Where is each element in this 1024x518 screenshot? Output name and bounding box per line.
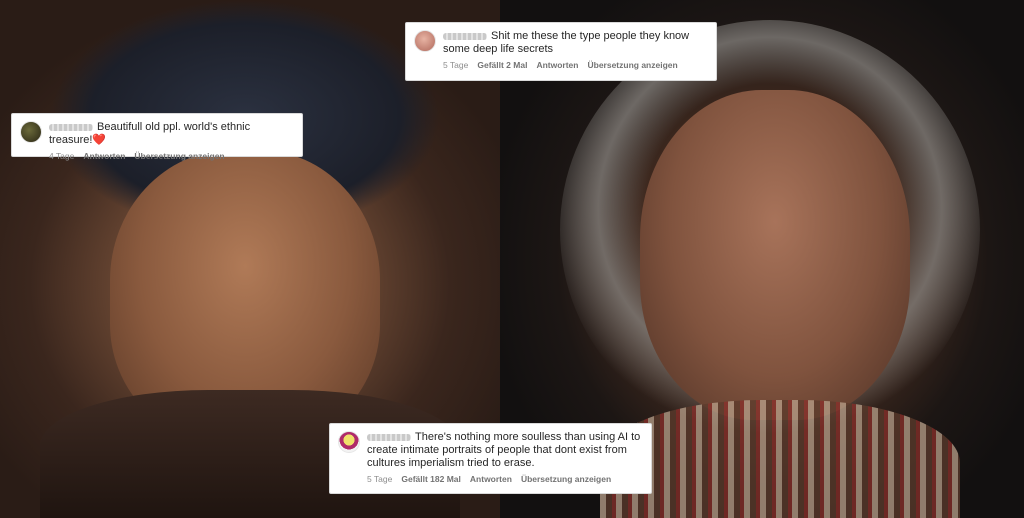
face-shape: [640, 90, 910, 420]
comment-meta: 5 Tage Gefällt 2 Mal Antworten Übersetzung …: [443, 60, 708, 70]
avatar[interactable]: [20, 121, 42, 143]
translate-button[interactable]: Übersetzung anzeigen: [521, 474, 611, 484]
comment-card: There's nothing more soulless than using…: [329, 423, 652, 494]
likes-count[interactable]: Gefällt 2 Mal: [477, 60, 527, 70]
comment-timestamp: 5 Tage: [367, 474, 393, 484]
username-blurred[interactable]: [367, 433, 411, 441]
comment-card: Beautifull old ppl. world's ethnic treas…: [11, 113, 303, 161]
reply-button[interactable]: Antworten: [470, 474, 512, 484]
username-blurred[interactable]: [443, 32, 487, 40]
likes-count[interactable]: Gefällt 182 Mal: [401, 474, 461, 484]
reply-button[interactable]: Antworten: [83, 151, 125, 161]
heart-emoji: ❤️: [92, 134, 107, 146]
avatar[interactable]: [338, 431, 360, 453]
username-blurred[interactable]: [49, 123, 93, 131]
comment-meta: 4 Tage Antworten Übersetzung anzeigen: [49, 151, 294, 161]
avatar[interactable]: [414, 30, 436, 52]
reply-button[interactable]: Antworten: [536, 60, 578, 70]
translate-button[interactable]: Übersetzung anzeigen: [587, 60, 677, 70]
comment-timestamp: 4 Tage: [49, 151, 75, 161]
comment-card: Shit me these the type people they know …: [405, 22, 717, 81]
comment-timestamp: 5 Tage: [443, 60, 469, 70]
translate-button[interactable]: Übersetzung anzeigen: [134, 151, 224, 161]
bead-necklace-shape: [600, 400, 960, 518]
comment-meta: 5 Tage Gefällt 182 Mal Antworten Übersetzun…: [367, 474, 643, 484]
